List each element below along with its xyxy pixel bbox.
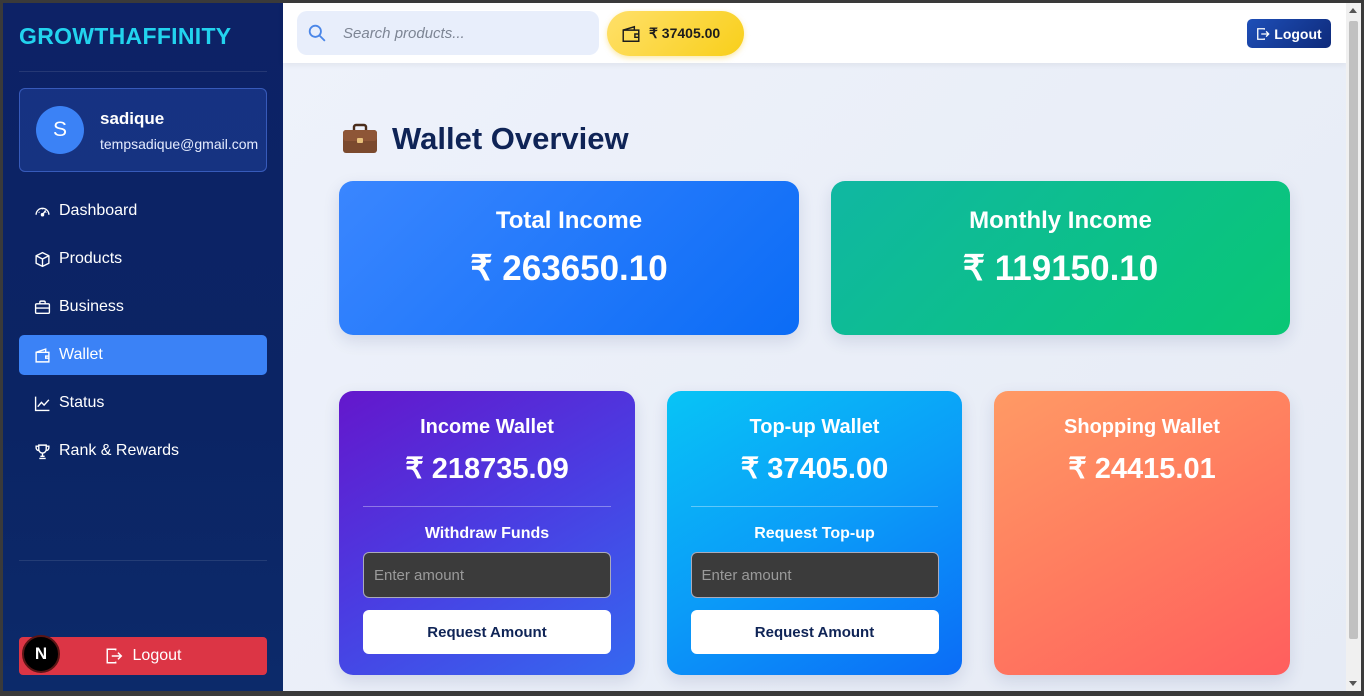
gauge-icon	[35, 207, 50, 216]
profile-email: tempsadique@gmail.com	[100, 136, 259, 152]
topup-amount-input[interactable]	[690, 552, 939, 598]
wallet-icon	[35, 347, 50, 363]
page-title: Wallet Overview	[342, 121, 629, 157]
logout-label: Logout	[132, 647, 182, 664]
logout-label: Logout	[1274, 25, 1322, 42]
sidebar-item-label: Products	[59, 250, 123, 267]
monthly-income-card: Monthly Income ₹ 119150.10	[831, 181, 1290, 335]
topup-wallet-card: Top-up Wallet ₹ 37405.00 Request Top-up …	[667, 391, 962, 675]
wallet-icon	[622, 25, 640, 42]
search-icon	[308, 24, 326, 42]
profile-name: sadique	[100, 109, 165, 128]
divider	[19, 71, 267, 72]
brand-logo[interactable]: GROWTHAFFINITY	[19, 23, 231, 50]
card-value: ₹ 119150.10	[962, 249, 1159, 288]
total-income-card: Total Income ₹ 263650.10	[339, 181, 799, 335]
sidebar-item-rank-rewards[interactable]: Rank & Rewards	[19, 431, 267, 471]
line-chart-icon	[34, 396, 50, 411]
card-title: Total Income	[495, 207, 643, 234]
sidebar-item-label: Status	[59, 394, 105, 411]
card-subtitle: Withdraw Funds	[424, 525, 550, 542]
sidebar-item-business[interactable]: Business	[19, 287, 267, 327]
card-title: Top-up Wallet	[749, 416, 880, 438]
divider	[691, 506, 938, 507]
request-topup-button[interactable]: Request Amount	[690, 610, 939, 654]
nextjs-dev-badge[interactable]: N	[22, 635, 60, 673]
app-window: GROWTHAFFINITY S sadique tempsadique@gma…	[3, 3, 1346, 691]
avatar: S	[36, 106, 84, 154]
search-input[interactable]	[343, 21, 583, 45]
card-value: ₹ 218735.09	[405, 453, 569, 485]
logout-icon	[106, 648, 122, 664]
sidebar-item-dashboard[interactable]: Dashboard	[19, 191, 267, 231]
briefcase-icon	[34, 299, 51, 314]
shopping-wallet-card: Shopping Wallet ₹ 24415.01	[994, 391, 1290, 675]
scroll-down-arrow-icon[interactable]	[1349, 681, 1357, 686]
sidebar-item-label: Dashboard	[59, 202, 138, 219]
card-title: Income Wallet	[420, 416, 554, 438]
topbar-logout-button[interactable]: Logout	[1247, 19, 1331, 48]
page-title-text: Wallet Overview	[392, 121, 629, 156]
withdraw-amount-input[interactable]	[363, 552, 611, 598]
top-bar: ₹ 37405.00 Logout	[283, 3, 1346, 63]
wallet-balance-value: ₹ 37405.00	[649, 25, 721, 41]
sidebar-item-products[interactable]: Products	[19, 239, 267, 279]
divider	[19, 560, 267, 561]
income-wallet-card: Income Wallet ₹ 218735.09 Withdraw Funds…	[339, 391, 635, 675]
sidebar-nav: Dashboard Products Business Wallet Statu…	[19, 191, 267, 479]
briefcase-icon	[343, 123, 377, 153]
logout-icon	[1257, 27, 1270, 40]
request-withdraw-button[interactable]: Request Amount	[363, 610, 611, 654]
card-title: Monthly Income	[969, 207, 1152, 234]
sidebar-item-status[interactable]: Status	[19, 383, 267, 423]
main-content: ₹ 37405.00 Logout Wallet Overview Total …	[283, 3, 1346, 691]
vertical-scrollbar[interactable]	[1346, 3, 1361, 691]
sidebar: GROWTHAFFINITY S sadique tempsadique@gma…	[3, 3, 283, 691]
sidebar-item-label: Wallet	[59, 346, 103, 363]
trophy-icon	[35, 443, 50, 459]
card-subtitle: Request Top-up	[754, 525, 875, 542]
wallet-balance-badge[interactable]: ₹ 37405.00	[607, 11, 744, 56]
box-icon	[35, 251, 50, 267]
scroll-up-arrow-icon[interactable]	[1349, 8, 1357, 13]
sidebar-item-label: Business	[59, 298, 124, 315]
sidebar-item-wallet[interactable]: Wallet	[19, 335, 267, 375]
profile-card: S sadique tempsadique@gmail.com	[19, 88, 267, 172]
card-value: ₹ 37405.00	[740, 453, 889, 485]
search-box	[297, 11, 599, 55]
scrollbar-thumb[interactable]	[1349, 21, 1358, 639]
card-title: Shopping Wallet	[1064, 416, 1220, 438]
card-value: ₹ 263650.10	[470, 249, 668, 288]
card-value: ₹ 24415.01	[1068, 453, 1216, 485]
sidebar-item-label: Rank & Rewards	[59, 442, 180, 459]
divider	[363, 506, 611, 507]
